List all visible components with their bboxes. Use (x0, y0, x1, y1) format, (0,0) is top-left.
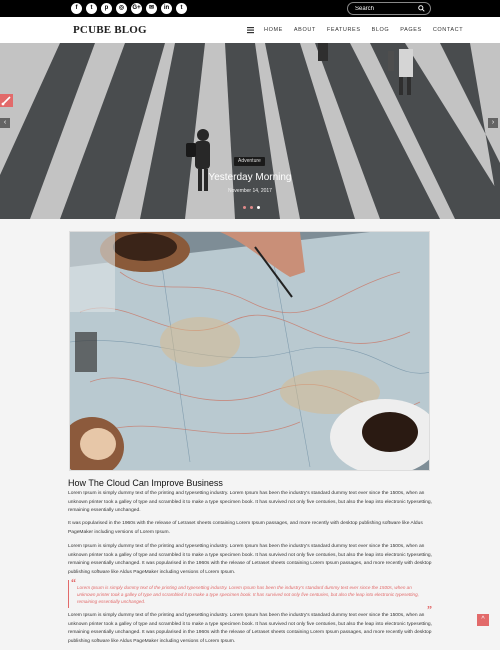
search-icon[interactable] (418, 5, 425, 12)
nav-item-pages[interactable]: PAGES (400, 27, 422, 33)
blockquote: “ Lorem Ipsum is simply dummy text of th… (68, 578, 432, 616)
twitter-icon[interactable]: t (86, 3, 97, 14)
linkedin-icon[interactable]: in (161, 3, 172, 14)
featured-image (69, 231, 430, 471)
nav-item-home[interactable]: HOME (264, 27, 283, 33)
main-navbar: PCUBE BLOG HOME ABOUT FEATURES BLOG PAGE… (0, 17, 500, 43)
top-bar: f t p ◎ G+ ✉ in t (0, 0, 500, 17)
hero-title[interactable]: Yesterday Morning (180, 172, 320, 183)
email-icon[interactable]: ✉ (146, 3, 157, 14)
site-logo[interactable]: PCUBE BLOG (73, 24, 147, 36)
post-paragraph-3: Lorem Ipsum is simply dummy text of the … (68, 544, 433, 575)
slider-dot[interactable] (243, 206, 246, 209)
google-plus-icon[interactable]: G+ (131, 3, 142, 14)
quote-open-icon: “ (71, 578, 76, 589)
category-badge[interactable]: Adventure (234, 157, 265, 166)
blockquote-text: Lorem Ipsum is simply dummy text of the … (77, 585, 419, 604)
slider-dot[interactable] (250, 206, 253, 209)
slider-dot-active[interactable] (257, 206, 260, 209)
nav-item-blog[interactable]: BLOG (372, 27, 390, 33)
brush-icon[interactable] (0, 94, 13, 107)
slider-next-button[interactable]: › (488, 118, 498, 128)
post-paragraph-4: Lorem Ipsum is simply dummy text of the … (68, 613, 433, 644)
search-box (347, 2, 431, 15)
post-paragraph-1: Lorem Ipsum is simply dummy text of the … (68, 491, 433, 513)
nav-item-contact[interactable]: CONTACT (433, 27, 463, 33)
facebook-icon[interactable]: f (71, 3, 82, 14)
post-title[interactable]: How The Cloud Can Improve Business (68, 478, 223, 488)
hero-date: November 14, 2017 (228, 188, 272, 194)
nav-item-about[interactable]: ABOUT (294, 27, 316, 33)
slider-dots (243, 206, 260, 209)
back-to-top-button[interactable]: ^ (477, 614, 489, 626)
post-paragraph-2: It was popularised in the 1960s with the… (68, 521, 423, 535)
social-links: f t p ◎ G+ ✉ in t (71, 3, 187, 14)
nav-item-features[interactable]: FEATURES (327, 27, 361, 33)
tumblr-icon[interactable]: t (176, 3, 187, 14)
instagram-icon[interactable]: ◎ (116, 3, 127, 14)
pinterest-icon[interactable]: p (101, 3, 112, 14)
nav-menu: HOME ABOUT FEATURES BLOG PAGES CONTACT (264, 27, 474, 33)
menu-toggle-icon[interactable] (247, 26, 254, 34)
search-input[interactable] (355, 4, 415, 13)
slider-prev-button[interactable]: ‹ (0, 118, 10, 128)
